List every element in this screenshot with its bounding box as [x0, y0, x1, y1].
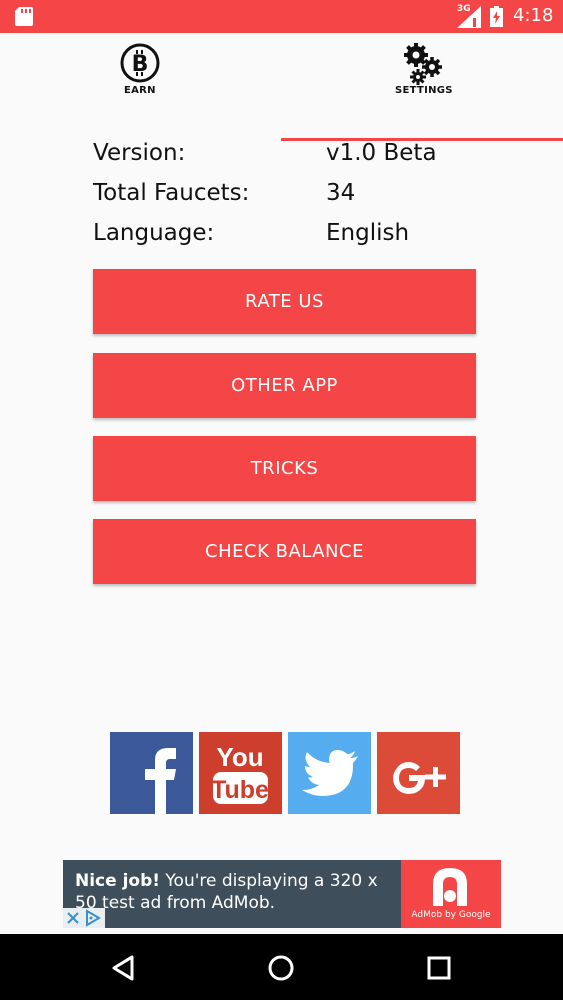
battery-icon [490, 6, 503, 27]
rate-us-button[interactable]: RATE US [93, 269, 476, 334]
other-app-button[interactable]: OTHER APP [93, 353, 476, 418]
recent-apps-button[interactable] [422, 951, 456, 985]
recent-apps-icon [427, 956, 451, 980]
info-row-version: Version: v1.0 Beta [93, 140, 493, 180]
bitcoin-icon: B [120, 43, 160, 83]
ad-text-box: Nice job! You're displaying a 320 x 50 t… [63, 860, 401, 928]
info-label: Version: [93, 140, 186, 166]
back-button[interactable] [106, 951, 140, 985]
tab-settings[interactable]: SETTINGS [281, 33, 563, 109]
youtube-button[interactable]: You Tube [199, 732, 282, 814]
tab-settings-label: SETTINGS [395, 85, 453, 96]
home-button[interactable] [264, 951, 298, 985]
back-icon [112, 955, 134, 981]
ad-caption: AdMob by Google [411, 910, 491, 920]
ad-bold-text: Nice job! [75, 871, 161, 891]
tab-bar: B EARN SETTINGS [0, 33, 563, 141]
navigation-bar [0, 934, 563, 1000]
info-value: English [326, 220, 410, 246]
google-plus-icon [377, 732, 460, 814]
google-plus-button[interactable] [377, 732, 460, 814]
admob-logo-icon [433, 868, 467, 906]
clock: 4:18 [513, 5, 554, 26]
svg-text:Tube: Tube [211, 776, 269, 804]
info-row-total-faucets: Total Faucets: 34 [93, 180, 493, 220]
tricks-button[interactable]: TRICKS [93, 436, 476, 501]
svg-text:You: You [216, 742, 263, 772]
admob-logo-box: AdMob by Google [401, 860, 501, 928]
info-label: Language: [93, 220, 215, 246]
gears-icon [404, 43, 442, 85]
svg-text:B: B [132, 52, 149, 77]
tab-earn-label: EARN [124, 85, 156, 96]
ad-text: Nice job! You're displaying a 320 x 50 t… [75, 870, 395, 914]
app-info: Version: v1.0 Beta Total Faucets: 34 Lan… [93, 140, 493, 260]
twitter-icon [288, 732, 371, 814]
facebook-icon [110, 732, 193, 814]
sd-card-icon [15, 7, 33, 26]
ad-banner[interactable]: Nice job! You're displaying a 320 x 50 t… [63, 860, 501, 928]
ad-choices-icon [67, 909, 101, 927]
info-value: v1.0 Beta [326, 140, 437, 166]
info-value: 34 [326, 180, 356, 206]
ad-choices[interactable] [63, 908, 105, 928]
info-label: Total Faucets: [93, 180, 250, 206]
signal-icon [457, 6, 481, 28]
status-bar: 3G 4:18 [0, 0, 563, 33]
twitter-button[interactable] [288, 732, 371, 814]
check-balance-button[interactable]: CHECK BALANCE [93, 519, 476, 584]
youtube-icon: You Tube [199, 732, 282, 814]
home-icon [268, 955, 294, 981]
facebook-button[interactable] [110, 732, 193, 814]
tab-earn[interactable]: B EARN [0, 33, 281, 109]
info-row-language: Language: English [93, 220, 493, 260]
